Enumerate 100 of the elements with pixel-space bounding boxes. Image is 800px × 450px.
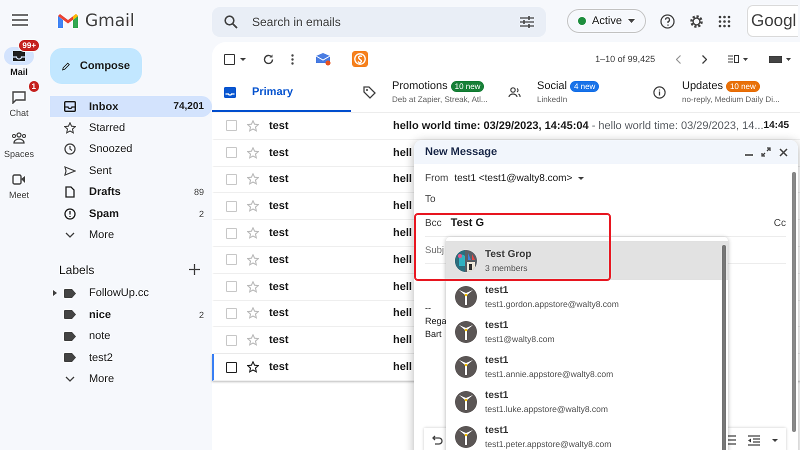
avatar-icon	[455, 356, 477, 378]
more-vertical-icon[interactable]	[291, 54, 294, 64]
extension-icon[interactable]	[352, 51, 368, 67]
folder-item[interactable]: More	[50, 224, 212, 246]
scrollbar[interactable]	[792, 172, 796, 432]
mail-badge-icon[interactable]	[315, 52, 331, 66]
expand-arrow-icon[interactable]	[53, 290, 57, 296]
email-subject: hell	[393, 280, 412, 293]
suggestion-item[interactable]: test1 test1.gordon.appstore@walty8.com	[446, 280, 728, 315]
tab-label: Promotions	[392, 80, 448, 92]
caret-icon[interactable]	[578, 177, 584, 180]
email-subject: hell	[393, 307, 412, 320]
email-subject: hell	[393, 146, 412, 159]
contact-name: test1	[485, 390, 510, 401]
apps-grid-icon[interactable]	[718, 14, 731, 28]
suggestion-item[interactable]: test1 test1.annie.appstore@walty8.com	[446, 350, 728, 384]
video-icon	[12, 174, 26, 184]
rail-item[interactable]: 1 Chat	[0, 79, 40, 118]
star-icon[interactable]	[247, 227, 259, 240]
account-button[interactable]: Googl	[746, 5, 798, 37]
contact-detail: test1@walty8.com	[485, 334, 555, 344]
pagination-text: 1–10 of 99,425	[595, 54, 656, 64]
star-icon[interactable]	[247, 200, 259, 212]
label-item[interactable]: nice 2	[50, 304, 212, 326]
star-icon[interactable]	[247, 307, 259, 320]
row-checkbox[interactable]	[226, 362, 237, 373]
help-icon[interactable]	[660, 14, 675, 28]
suggestion-item[interactable]: Test Grop 3 members	[446, 241, 728, 280]
settings-icon[interactable]	[688, 14, 704, 28]
signature-line: --	[425, 302, 431, 315]
chevron-down-icon	[65, 376, 75, 382]
folder-item[interactable]: Snoozed	[50, 138, 212, 160]
subject-field[interactable]: Subj	[425, 244, 444, 256]
scrollbar[interactable]	[722, 245, 726, 450]
inbox-icon	[12, 50, 26, 62]
chevron-left-icon[interactable]	[676, 54, 682, 64]
contact-name: Test Grop	[485, 248, 532, 260]
rail-item[interactable]: 99+ Mail	[0, 38, 40, 77]
label-item[interactable]: FollowUp.cc	[50, 282, 212, 304]
refresh-icon[interactable]	[263, 54, 274, 64]
folder-item[interactable]: Drafts 89	[50, 182, 212, 203]
caret-icon[interactable]	[772, 438, 778, 442]
clock-icon	[64, 143, 76, 156]
category-tab[interactable]: Updates 10 new no-reply, Medium Daily Di...	[641, 74, 786, 112]
folder-item[interactable]: Inbox 74,201	[50, 96, 212, 118]
sender-name: test	[269, 173, 290, 186]
star-icon[interactable]	[247, 120, 259, 132]
pencil-icon	[62, 60, 70, 72]
search-icon	[224, 15, 238, 29]
select-all-checkbox[interactable]	[224, 54, 235, 64]
label-icon	[64, 288, 76, 298]
category-tab[interactable]: Primary	[212, 74, 351, 112]
menu-icon[interactable]	[12, 14, 28, 26]
star-icon[interactable]	[247, 334, 259, 346]
close-icon[interactable]	[779, 148, 788, 156]
star-icon[interactable]	[247, 146, 259, 159]
suggestion-item[interactable]: test1 test1.peter.appstore@walty8.com	[446, 419, 728, 450]
filter-icon[interactable]	[520, 16, 534, 28]
star-icon[interactable]	[247, 280, 259, 293]
bcc-field[interactable]: Test G	[450, 217, 484, 229]
contact-detail: test1.annie.appstore@walty8.com	[485, 368, 614, 379]
contact-detail: 3 members	[485, 262, 529, 272]
caret-icon[interactable]	[240, 58, 246, 60]
contact-detail: test1.luke.appstore@walty8.com	[485, 404, 608, 414]
avatar-icon	[455, 286, 477, 308]
star-icon[interactable]	[247, 173, 259, 186]
category-tab[interactable]: Promotions 10 new Deb at Zapier, Streak, Atl...	[351, 74, 496, 112]
undo-icon[interactable]	[432, 435, 443, 445]
star-icon[interactable]	[247, 361, 259, 374]
from-address[interactable]: test1 <test1@walty8.com>	[454, 173, 572, 184]
sender-name: test	[269, 227, 290, 240]
suggestion-item[interactable]: test1 test1@walty8.com	[446, 314, 728, 350]
sender-name: test	[269, 280, 290, 293]
star-icon[interactable]	[247, 254, 259, 266]
suggestion-item[interactable]: test1 test1.luke.appstore@walty8.com	[446, 384, 728, 420]
search-field[interactable]: Search in emails	[250, 14, 508, 30]
folder-item[interactable]: Sent	[50, 160, 212, 182]
cc-link[interactable]: Cc	[774, 218, 786, 228]
rail-item[interactable]: Spaces	[0, 120, 40, 159]
email-subject: hell	[393, 254, 412, 266]
compose-button[interactable]: Compose	[50, 48, 142, 84]
search-bar[interactable]: Search in emails	[212, 7, 546, 37]
plus-icon[interactable]	[189, 264, 200, 276]
rail-item[interactable]: Meet	[0, 161, 40, 200]
signature-line: Bart	[425, 328, 442, 341]
label-item[interactable]: note	[50, 326, 212, 347]
chevron-right-icon[interactable]	[702, 54, 708, 64]
indent-icon[interactable]	[748, 434, 760, 446]
compose-title: New Message	[425, 146, 498, 158]
label-item[interactable]: test2	[50, 346, 212, 368]
expand-icon[interactable]	[761, 147, 771, 157]
contact-detail: test1.peter.appstore@walty8.com	[485, 438, 612, 449]
status-dropdown[interactable]: Active	[567, 9, 646, 33]
label-item[interactable]: More	[50, 368, 212, 390]
folder-item[interactable]: Starred	[50, 117, 212, 139]
new-count-badge: 4 new	[570, 80, 600, 92]
split-view-icon[interactable]	[728, 55, 748, 63]
category-tab[interactable]: Social 4 new LinkedIn	[496, 74, 641, 112]
label-icon	[64, 353, 76, 362]
folder-item[interactable]: Spam 2	[50, 202, 212, 224]
